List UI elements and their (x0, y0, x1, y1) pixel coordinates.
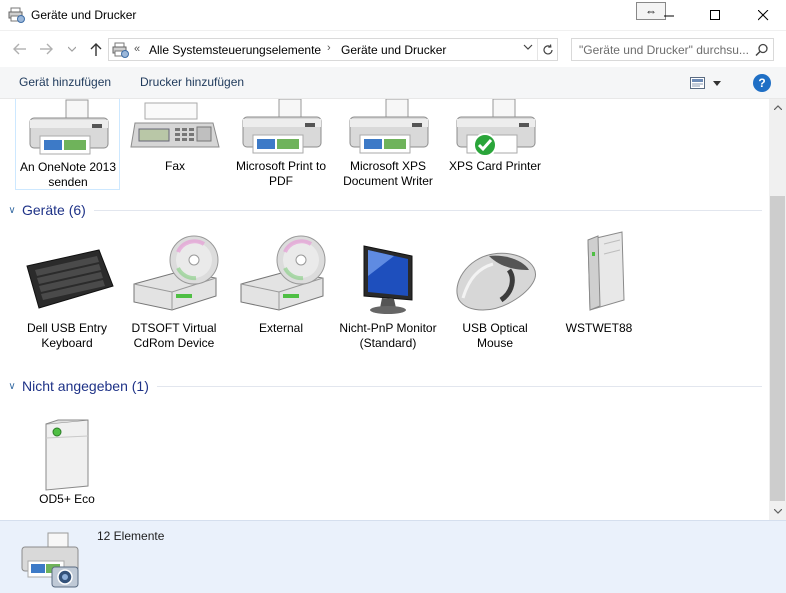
address-bar[interactable]: « Alle Systemsteuerungselemente › Geräte… (108, 38, 558, 61)
recent-locations-button[interactable] (62, 40, 82, 58)
close-icon (757, 10, 768, 21)
vertical-scrollbar[interactable] (769, 99, 786, 520)
maximize-button[interactable] (692, 0, 738, 31)
scroll-thumb[interactable] (770, 196, 785, 501)
group-header-devices[interactable]: ∨ Geräte (6) (6, 200, 762, 220)
arrow-right-icon (40, 43, 53, 55)
cd-drive-icon (122, 234, 226, 318)
printer-label: An OneNote 2013 senden (19, 160, 117, 189)
printer-default-icon (443, 99, 547, 159)
fax-icon (123, 101, 227, 157)
forward-button[interactable] (36, 40, 56, 58)
search-placeholder: "Geräte und Drucker" durchsu... (579, 43, 749, 57)
device-label: USB Optical Mouse (462, 321, 528, 350)
details-pane: 12 Elemente (0, 520, 786, 593)
view-icon (690, 77, 705, 89)
chevron-down-icon (713, 80, 721, 86)
printer-label: XPS Card Printer (448, 159, 542, 173)
chevron-down-icon: ∨ (8, 380, 16, 392)
nas-icon (15, 414, 119, 492)
address-dropdown-button[interactable] (521, 42, 535, 58)
device-label: DTSOFT Virtual CdRom Device (131, 321, 217, 350)
printer-label: Microsoft Print to PDF (235, 159, 327, 188)
device-item-external[interactable]: External (229, 230, 333, 350)
scroll-down-button[interactable] (769, 503, 786, 520)
search-box[interactable]: "Geräte und Drucker" durchsu... (571, 38, 774, 61)
device-item-monitor[interactable]: Nicht-PnP Monitor (Standard) (336, 230, 440, 370)
chevron-down-icon (68, 46, 76, 52)
arrow-up-icon (90, 43, 102, 56)
group-divider (93, 209, 762, 211)
device-item-mouse[interactable]: USB Optical Mouse (443, 230, 547, 350)
devices-printers-icon (112, 42, 129, 58)
device-item-od5-eco[interactable]: OD5+ Eco (15, 406, 119, 516)
address-row: « Alle Systemsteuerungselemente › Geräte… (0, 31, 786, 67)
minimize-button[interactable] (646, 0, 692, 31)
monitor-icon (336, 240, 440, 318)
device-label: Nicht-PnP Monitor (Standard) (339, 321, 437, 350)
close-button[interactable] (740, 0, 786, 31)
mouse-icon (443, 248, 547, 312)
printer-item-xps-card[interactable]: XPS Card Printer (443, 99, 547, 190)
cd-drive-icon (229, 234, 333, 318)
scroll-up-button[interactable] (769, 99, 786, 116)
device-item-keyboard[interactable]: Dell USB Entry Keyboard (15, 230, 119, 350)
device-label: External (258, 321, 304, 335)
printer-item-onenote[interactable]: An OneNote 2013 senden (15, 99, 120, 190)
change-view-button[interactable] (690, 75, 730, 91)
maximize-icon (709, 10, 720, 20)
chevron-down-icon (773, 509, 782, 514)
group-title: Geräte (6) (22, 202, 86, 218)
chevron-down-icon: ∨ (8, 204, 16, 216)
group-divider (156, 385, 762, 387)
add-device-button[interactable]: Gerät hinzufügen (19, 75, 111, 89)
refresh-button[interactable] (537, 39, 558, 60)
item-count: 12 Elemente (97, 529, 165, 543)
printer-icon (229, 99, 333, 159)
printer-item-fax[interactable]: Fax (123, 99, 227, 190)
breadcrumb-devices-printers[interactable]: Geräte und Drucker (341, 43, 446, 57)
device-label: Dell USB Entry Keyboard (26, 321, 108, 350)
group-header-unspecified[interactable]: ∨ Nicht angegeben (1) (6, 376, 762, 396)
search-icon (755, 43, 768, 57)
keyboard-icon (15, 246, 119, 314)
device-item-dtsoft-cdrom[interactable]: DTSOFT Virtual CdRom Device (122, 230, 226, 350)
device-item-wstwet88[interactable]: WSTWET88 (547, 230, 651, 350)
help-button[interactable]: ? (753, 74, 771, 92)
window-title: Geräte und Drucker (31, 8, 137, 22)
back-button[interactable] (10, 40, 30, 58)
up-button[interactable] (86, 40, 106, 58)
printer-label: Fax (164, 159, 185, 173)
devices-printers-large-icon (21, 532, 79, 588)
chevron-down-icon (523, 44, 533, 50)
refresh-icon (543, 43, 553, 54)
printer-item-xps-writer[interactable]: Microsoft XPS Document Writer (336, 99, 440, 190)
arrow-left-icon (13, 43, 26, 55)
breadcrumb-separator[interactable]: › (327, 42, 331, 54)
printer-label: Microsoft XPS Document Writer (343, 159, 433, 188)
device-label: OD5+ Eco (39, 492, 95, 506)
command-bar: Gerät hinzufügen Drucker hinzufügen ? (0, 67, 786, 99)
title-bar: Geräte und Drucker ⇔ (0, 0, 786, 31)
printer-icon (336, 99, 440, 159)
printer-icon (16, 99, 120, 160)
group-title: Nicht angegeben (1) (22, 378, 149, 394)
devices-list: An OneNote 2013 senden Fax Microsoft Pri… (0, 99, 769, 520)
chevron-up-icon (773, 105, 782, 110)
breadcrumb-control-panel[interactable]: Alle Systemsteuerungselemente (149, 43, 321, 57)
server-icon (547, 230, 651, 316)
add-printer-button[interactable]: Drucker hinzufügen (140, 75, 244, 89)
minimize-icon (663, 15, 674, 17)
breadcrumb-overflow[interactable]: « (134, 43, 140, 55)
devices-printers-icon (8, 7, 25, 23)
device-label: WSTWET88 (565, 321, 633, 335)
printer-item-print-to-pdf[interactable]: Microsoft Print to PDF (229, 99, 333, 190)
